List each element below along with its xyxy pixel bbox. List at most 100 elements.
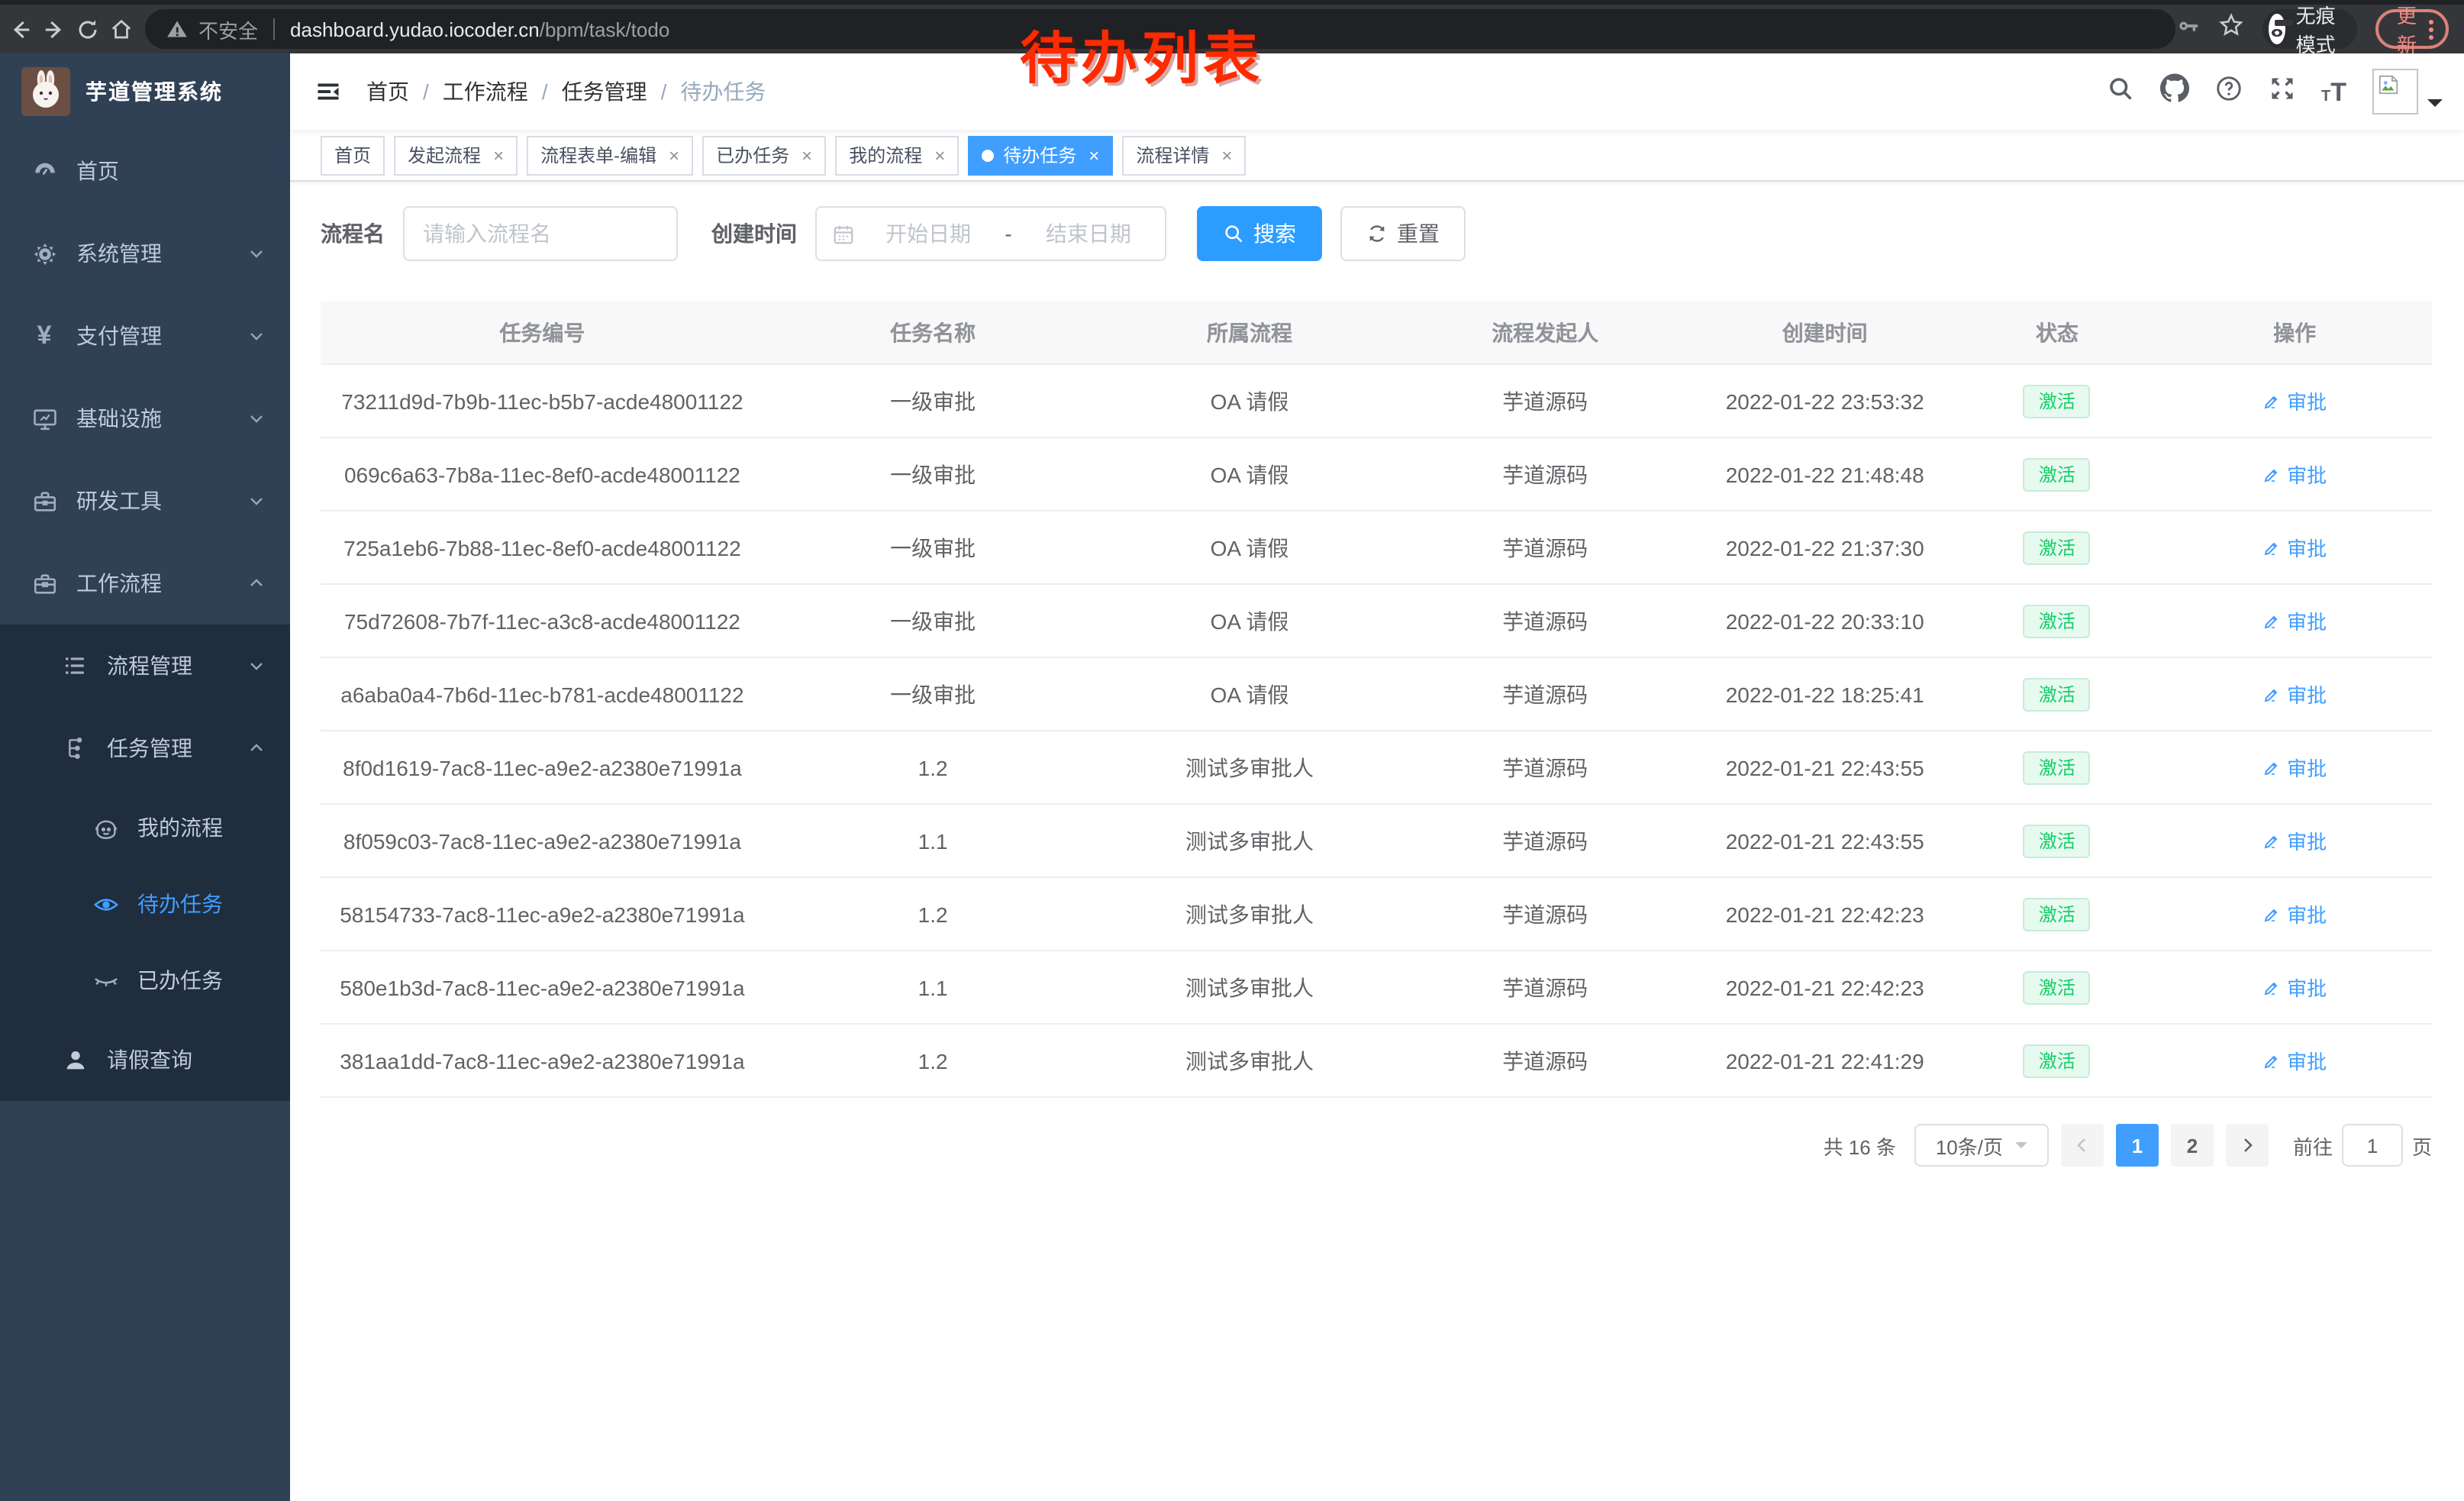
sidebar-item-task-mgmt[interactable]: 任务管理 <box>0 707 290 789</box>
chevron-down-icon <box>247 492 266 510</box>
tab-close-icon[interactable]: × <box>1221 144 1232 166</box>
approve-link[interactable]: 审批 <box>2262 606 2327 635</box>
approve-link[interactable]: 审批 <box>2262 1046 2327 1075</box>
goto-page-input[interactable]: 1 <box>2342 1124 2403 1167</box>
calendar-icon <box>832 222 855 245</box>
sidebar-item-home[interactable]: 首页 <box>0 130 290 212</box>
sidebar-item-devtools[interactable]: 研发工具 <box>0 460 290 542</box>
cell-status: 激活 <box>1957 457 2158 491</box>
status-badge: 激活 <box>2024 824 2091 857</box>
tab-3[interactable]: 已办任务× <box>702 135 826 175</box>
update-button[interactable]: 更新 <box>2375 9 2449 49</box>
hamburger-icon[interactable] <box>314 78 342 105</box>
sidebar-item-leave-query[interactable]: 请假查询 <box>0 1018 290 1101</box>
tab-label: 发起流程 <box>408 142 481 168</box>
browser-back-icon[interactable] <box>9 18 32 40</box>
avatar[interactable] <box>2372 69 2418 115</box>
sidebar-item-todo-tasks[interactable]: 待办任务 <box>0 866 290 942</box>
process-name-input[interactable]: 请输入流程名 <box>403 206 678 261</box>
sidebar-item-system[interactable]: 系统管理 <box>0 212 290 295</box>
cell-task-id: 069c6a63-7b8a-11ec-8ef0-acde48001122 <box>321 462 764 486</box>
sidebar-item-process-mgmt[interactable]: 流程管理 <box>0 625 290 707</box>
tab-2[interactable]: 流程表单-编辑× <box>527 135 693 175</box>
page-number-2[interactable]: 2 <box>2171 1124 2214 1167</box>
approve-link[interactable]: 审批 <box>2262 460 2327 489</box>
search-button[interactable]: 搜索 <box>1197 206 1322 261</box>
cell-task-name: 1.2 <box>764 902 1102 926</box>
prev-page-button[interactable] <box>2061 1124 2104 1167</box>
cell-status: 激活 <box>1957 531 2158 564</box>
goto-label: 前往 <box>2293 1131 2333 1160</box>
cell-task-name: 一级审批 <box>764 532 1102 563</box>
breadcrumb-workflow[interactable]: 工作流程 <box>443 76 528 107</box>
security-label[interactable]: 不安全 <box>198 15 258 44</box>
robot-icon <box>92 815 119 841</box>
status-badge: 激活 <box>2024 970 2091 1004</box>
tab-close-icon[interactable]: × <box>801 144 812 166</box>
approve-link[interactable]: 审批 <box>2262 533 2327 562</box>
bookmark-star-icon[interactable] <box>2218 12 2244 46</box>
dashboard-icon <box>31 158 58 184</box>
tab-4[interactable]: 我的流程× <box>835 135 959 175</box>
col-header-status: 状态 <box>1957 317 2158 347</box>
table-row: 580e1b3d-7ac8-11ec-a9e2-a2380e71991a1.1测… <box>321 951 2432 1025</box>
browser-home-icon[interactable] <box>110 18 133 40</box>
tab-6[interactable]: 流程详情× <box>1122 135 1246 175</box>
breadcrumb-home[interactable]: 首页 <box>366 76 409 107</box>
chevron-down-icon <box>247 657 266 675</box>
cell-created: 2022-01-21 22:41:29 <box>1693 1048 1957 1073</box>
tab-0[interactable]: 首页 <box>321 135 385 175</box>
next-page-button[interactable] <box>2226 1124 2269 1167</box>
cell-task-name: 一级审批 <box>764 679 1102 709</box>
search-icon[interactable] <box>2106 74 2133 109</box>
tab-close-icon[interactable]: × <box>493 144 504 166</box>
tab-1[interactable]: 发起流程 × <box>394 135 518 175</box>
password-key-icon[interactable] <box>2175 13 2200 45</box>
help-icon[interactable] <box>2214 74 2242 109</box>
cell-actions: 审批 <box>2157 679 2432 709</box>
page-number-1[interactable]: 1 <box>2116 1124 2159 1167</box>
browser-reload-icon[interactable] <box>76 18 99 40</box>
sidebar-item-infra[interactable]: 基础设施 <box>0 377 290 460</box>
process-name-label: 流程名 <box>321 218 385 249</box>
cell-starter: 芋道源码 <box>1398 899 1693 929</box>
browser-menu-icon[interactable] <box>2429 19 2433 39</box>
tab-close-icon[interactable]: × <box>934 144 945 166</box>
tab-5[interactable]: 待办任务× <box>968 135 1113 175</box>
url-separator <box>273 18 275 40</box>
tab-close-icon[interactable]: × <box>1088 144 1099 166</box>
approve-link[interactable]: 审批 <box>2262 386 2327 415</box>
cell-process: OA 请假 <box>1101 386 1397 416</box>
approve-link[interactable]: 审批 <box>2262 826 2327 855</box>
pencil-icon <box>2262 538 2281 557</box>
cell-task-id: 381aa1dd-7ac8-11ec-a9e2-a2380e71991a <box>321 1048 764 1073</box>
reset-button[interactable]: 重置 <box>1340 206 1466 261</box>
github-icon[interactable] <box>2159 73 2188 110</box>
approve-link[interactable]: 审批 <box>2262 753 2327 782</box>
avatar-caret-icon[interactable] <box>2427 99 2443 115</box>
font-size-icon[interactable]: TT <box>2321 79 2346 105</box>
breadcrumb-task-mgmt[interactable]: 任务管理 <box>562 76 647 107</box>
tab-close-icon[interactable]: × <box>669 144 679 166</box>
date-range-input[interactable]: 开始日期 - 结束日期 <box>815 206 1166 261</box>
page-size-select[interactable]: 10条/页 <box>1914 1124 2049 1167</box>
sidebar-item-done-tasks[interactable]: 已办任务 <box>0 942 290 1018</box>
approve-link[interactable]: 审批 <box>2262 679 2327 709</box>
browser-forward-icon[interactable] <box>43 18 66 40</box>
cell-created: 2022-01-21 22:42:23 <box>1693 902 1957 926</box>
sidebar-item-my-process[interactable]: 我的流程 <box>0 789 290 866</box>
sidebar-logo[interactable]: 芋道管理系统 <box>0 53 290 130</box>
breadcrumb: 首页 / 工作流程 / 任务管理 / 待办任务 <box>366 76 766 107</box>
page-content: 流程名 请输入流程名 创建时间 开始日期 - 结束日期 搜索 <box>290 182 2464 1501</box>
status-badge: 激活 <box>2024 897 2091 931</box>
cell-created: 2022-01-22 21:37:30 <box>1693 535 1957 560</box>
status-badge: 激活 <box>2024 604 2091 638</box>
cell-created: 2022-01-21 22:42:23 <box>1693 975 1957 999</box>
sidebar-item-payment[interactable]: ¥ 支付管理 <box>0 295 290 377</box>
approve-link[interactable]: 审批 <box>2262 899 2327 928</box>
fullscreen-icon[interactable] <box>2268 74 2295 109</box>
approve-link[interactable]: 审批 <box>2262 973 2327 1002</box>
cell-starter: 芋道源码 <box>1398 386 1693 416</box>
sidebar-item-workflow[interactable]: 工作流程 <box>0 542 290 625</box>
cell-actions: 审批 <box>2157 606 2432 635</box>
